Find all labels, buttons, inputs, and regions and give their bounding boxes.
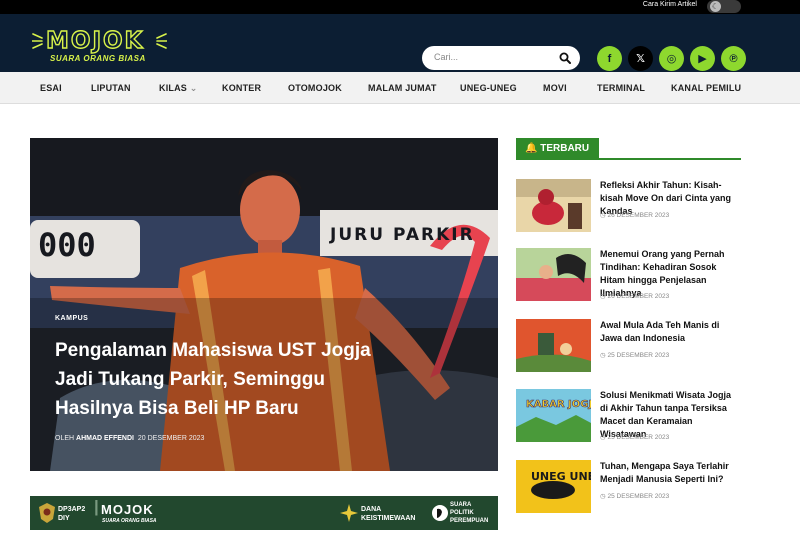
dana-keistimewaan-icon — [340, 504, 358, 522]
clock-icon: ◷ — [600, 434, 606, 441]
pinterest-icon[interactable]: ℗ — [721, 46, 746, 71]
site-logo[interactable]: MOJOK SUARA ORANG BIASA — [32, 27, 167, 64]
search-input[interactable]: Cari... — [434, 52, 458, 62]
post-date: ◷ 26 DESEMBER 2023 — [600, 292, 669, 300]
post-thumbnail[interactable]: UNEG UNEG — [516, 460, 591, 513]
logo-tagline: SUARA ORANG BIASA — [50, 54, 146, 63]
sidebar-heading-label: TERBARU — [540, 143, 590, 154]
hero-author[interactable]: AHMAD EFFENDI — [76, 435, 134, 442]
youtube-icon[interactable]: ▶ — [690, 46, 715, 71]
nav-item-konter[interactable]: KONTER — [222, 83, 261, 93]
post-date: ◷ 25 DESEMBER 2023 — [600, 492, 669, 500]
hero-date: 20 DESEMBER 2023 — [137, 435, 205, 442]
search-icon[interactable] — [559, 52, 571, 64]
hero-by-label: OLEH — [55, 435, 75, 442]
post-date-text: 25 DESEMBER 2023 — [607, 434, 670, 441]
x-twitter-icon[interactable]: 𝕏 — [628, 46, 653, 71]
post-thumbnail[interactable] — [516, 179, 591, 232]
logo-rays-right-icon — [156, 33, 167, 49]
post-date-text: 25 DESEMBER 2023 — [607, 352, 670, 359]
submit-article-link[interactable]: Cara Kirim Artikel — [643, 1, 697, 8]
nav-item-kilas-label: KILAS — [159, 83, 187, 93]
thumbnail-text-kabar-jogja: KABAR JOGJA — [526, 399, 591, 410]
hero-image-text-right: JURU PARKIR — [329, 225, 475, 245]
nav-item-movi[interactable]: MOVI — [543, 83, 567, 93]
post-date-text: 26 DESEMBER 2023 — [607, 293, 670, 300]
sponsor-banner[interactable]: DP3AP2 DIY | MOJOK SUARA ORANG BIASA DAN… — [30, 496, 498, 530]
nav-item-liputan[interactable]: LIPUTAN — [91, 83, 131, 93]
top-bar: Cara Kirim Artikel ☾ — [0, 0, 800, 14]
sidebar-header: 🔔 TERBARU — [516, 138, 741, 160]
site-header: MOJOK SUARA ORANG BIASA Cari... f 𝕏 ◎ ▶ … — [0, 14, 800, 72]
nav-item-kanal-pemilu[interactable]: KANAL PEMILU — [671, 83, 741, 93]
hero-article[interactable]: 000 JURU PARKIR KAMPUS Pengalaman Mahasi… — [30, 138, 498, 471]
clock-icon: ◷ — [600, 212, 606, 219]
post-date-text: 25 DESEMBER 2023 — [607, 493, 670, 500]
dp3ap2-seal-icon — [39, 503, 55, 523]
nav-item-terminal[interactable]: TERMINAL — [597, 83, 645, 93]
nav-item-otomojok[interactable]: OTOMOJOK — [288, 83, 342, 93]
search-box[interactable]: Cari... — [422, 46, 580, 70]
post-thumbnail[interactable]: KABAR JOGJA — [516, 389, 591, 442]
banner-mojok-tagline: SUARA ORANG BIASA — [102, 518, 157, 524]
hero-category[interactable]: KAMPUS — [55, 315, 88, 322]
clock-icon: ◷ — [600, 493, 606, 500]
post-date-text: 26 DESEMBER 2023 — [607, 212, 670, 219]
post-title[interactable]: Tuhan, Mengapa Saya Terlahir Menjadi Man… — [600, 460, 741, 486]
chevron-down-icon: ⌄ — [189, 83, 198, 93]
post-date: ◷ 25 DESEMBER 2023 — [600, 351, 669, 359]
latest-sidebar: 🔔 TERBARU Refleksi Akhir Tahun: Kisah-ki… — [516, 138, 741, 513]
hero-meta: OLEH AHMAD EFFENDI 20 DESEMBER 2023 — [55, 435, 204, 442]
suara-politik-icon — [432, 505, 448, 521]
nav-item-esai[interactable]: ESAI — [40, 83, 62, 93]
sidebar-heading: 🔔 TERBARU — [516, 138, 600, 160]
banner-org: DP3AP2 DIY — [58, 506, 86, 522]
bell-icon: 🔔 — [525, 143, 538, 154]
nav-item-malam-jumat[interactable]: MALAM JUMAT — [368, 83, 437, 93]
banner-suara: SUARA POLITIK PEREMPUAN — [450, 502, 489, 524]
banner-mojok-logo: MOJOK — [101, 502, 154, 517]
clock-icon: ◷ — [600, 352, 606, 359]
post-thumbnail[interactable] — [516, 319, 591, 372]
banner-dana: DANA KEISTIMEWAAN — [361, 506, 416, 522]
clock-icon: ◷ — [600, 293, 606, 300]
thumbnail-text-uneg-uneg: UNEG UNEG — [531, 470, 591, 483]
hero-image-text-left: 000 — [38, 226, 96, 264]
main-nav: ESAI LIPUTAN KILAS ⌄ KONTER OTOMOJOK MAL… — [0, 72, 800, 104]
post-date: ◷ 25 DESEMBER 2023 — [600, 433, 669, 441]
logo-rays-left-icon — [32, 33, 43, 49]
post-title[interactable]: Awal Mula Ada Teh Manis di Jawa dan Indo… — [600, 319, 741, 345]
post-date: ◷ 26 DESEMBER 2023 — [600, 211, 669, 219]
moon-icon: ☾ — [710, 1, 721, 12]
nav-item-uneg-uneg[interactable]: UNEG-UNEG — [460, 83, 517, 93]
facebook-icon[interactable]: f — [597, 46, 622, 71]
post-thumbnail[interactable] — [516, 248, 591, 301]
social-links: f 𝕏 ◎ ▶ ℗ — [597, 46, 746, 71]
dark-mode-toggle[interactable]: ☾ — [707, 0, 741, 13]
nav-item-kilas[interactable]: KILAS ⌄ — [159, 83, 197, 94]
instagram-icon[interactable]: ◎ — [659, 46, 684, 71]
hero-title[interactable]: Pengalaman Mahasiswa UST Jogja Jadi Tuka… — [55, 336, 385, 423]
logo-wordmark: MOJOK — [45, 27, 145, 54]
